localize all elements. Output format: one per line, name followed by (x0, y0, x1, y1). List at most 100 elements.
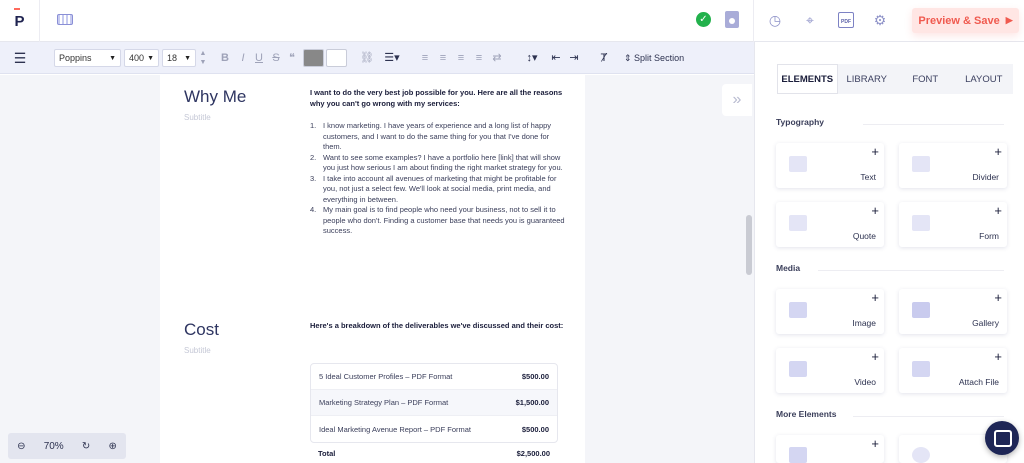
gear-icon[interactable]: ⚙ (872, 12, 888, 28)
align-center-icon[interactable]: ≡ (436, 49, 450, 67)
play-arrow-icon: ▶ (1005, 15, 1013, 25)
element-label: Image (852, 318, 876, 328)
add-icon[interactable]: + (871, 291, 879, 305)
list-style-dropdown[interactable]: ☰▾ (380, 49, 404, 67)
element-card-quote[interactable]: + Quote (776, 202, 884, 247)
element-card-text[interactable]: + Text (776, 143, 884, 188)
element-label: Divider (972, 172, 999, 182)
font-weight-value: 400 (129, 53, 145, 63)
group-divider (863, 124, 1004, 125)
history-icon[interactable]: ◷ (767, 12, 783, 28)
list-item: 4. My main goal is to find people who nee… (310, 205, 565, 235)
font-size-value: 18 (167, 53, 178, 63)
table-row: Marketing Strategy Plan – PDF Format $1,… (311, 390, 557, 416)
element-card-video[interactable]: + Video (776, 348, 884, 393)
font-family-value: Poppins (59, 53, 92, 63)
element-label: Attach File (958, 377, 999, 387)
tab-font[interactable]: FONT (896, 64, 955, 94)
text-direction-icon[interactable]: ⇄ (490, 49, 504, 67)
list-item: 2. Want to see some examples? I have a po… (310, 152, 563, 173)
target-icon[interactable]: ⌖ (802, 12, 818, 28)
panel-tabs: ELEMENTS LIBRARY FONT LAYOUT (777, 64, 1013, 94)
image-icon (789, 302, 807, 318)
logo-text: P (14, 7, 25, 30)
section-intro[interactable]: I want to do the very best job possible … (310, 88, 565, 109)
strike-button[interactable]: S (269, 49, 283, 67)
add-icon[interactable]: + (871, 145, 879, 159)
pricing-item: Marketing Strategy Plan – PDF Format (319, 398, 449, 407)
group-label-more-elements: More Elements (776, 409, 837, 419)
save-icon[interactable] (725, 11, 739, 28)
scrollbar-thumb[interactable] (746, 215, 752, 275)
element-label: Video (854, 377, 876, 387)
dollar-icon (912, 447, 930, 463)
pricing-amount: $500.00 (521, 424, 549, 434)
element-label: Quote (852, 231, 876, 241)
tab-layout[interactable]: LAYOUT (955, 64, 1014, 94)
outdent-icon[interactable]: ⇤ (549, 49, 563, 67)
line-height-dropdown[interactable]: ↕▾ (520, 49, 544, 67)
keyboard-icon[interactable] (57, 14, 73, 25)
section-title[interactable]: Why Me (184, 87, 246, 107)
link-icon[interactable]: ⛓ (360, 49, 374, 67)
element-card-image[interactable]: + Image (776, 289, 884, 334)
section-title[interactable]: Cost (184, 320, 219, 340)
tab-library[interactable]: LIBRARY (838, 64, 897, 94)
total-amount: $2,500.00 (516, 449, 550, 458)
element-card-gallery[interactable]: + Gallery (899, 289, 1007, 334)
element-card-table[interactable]: + (776, 435, 884, 463)
element-card-form[interactable]: + Form (899, 202, 1007, 247)
app-logo[interactable]: P (0, 0, 40, 42)
preview-save-label: Preview & Save (918, 14, 1000, 27)
chat-icon[interactable] (985, 421, 1019, 455)
section-subtitle[interactable]: Subtitle (184, 113, 211, 122)
toolbar-divider (753, 0, 754, 42)
add-icon[interactable]: + (871, 437, 879, 451)
text-color-swatch[interactable] (303, 49, 324, 67)
add-icon[interactable]: + (871, 204, 879, 218)
reasons-list[interactable]: 1. I know marketing. I have years of expe… (310, 121, 565, 237)
preview-save-button[interactable]: Preview & Save ▶ (912, 8, 1019, 33)
background-color-swatch[interactable] (326, 49, 347, 67)
indent-icon[interactable]: ⇥ (567, 49, 581, 67)
add-icon[interactable]: + (994, 204, 1002, 218)
table-row: Ideal Marketing Avenue Report – PDF Form… (311, 416, 557, 442)
clear-format-icon[interactable]: Ⱦ (597, 49, 611, 67)
italic-button[interactable]: I (236, 49, 250, 67)
font-weight-select[interactable]: 400 ▼ (124, 49, 159, 67)
quote-icon (789, 215, 807, 231)
add-icon[interactable]: + (994, 145, 1002, 159)
zoom-out-icon[interactable]: ⊖ (17, 441, 25, 452)
font-family-select[interactable]: Poppins ▼ (54, 49, 121, 67)
add-icon[interactable]: + (871, 350, 879, 364)
reset-zoom-icon[interactable]: ↻ (82, 441, 90, 452)
list-item-text: I take into account all avenues of marke… (323, 173, 557, 204)
add-icon[interactable]: + (994, 350, 1002, 364)
list-item: 3. I take into account all avenues of mar… (310, 173, 557, 204)
tab-elements[interactable]: ELEMENTS (777, 64, 838, 94)
font-size-stepper[interactable]: ▲ ▼ (196, 49, 210, 67)
underline-button[interactable]: U (252, 49, 266, 67)
element-card-attach-file[interactable]: + Attach File (899, 348, 1007, 393)
collapse-panel-icon[interactable]: » (722, 84, 752, 116)
align-justify-icon[interactable]: ≡ (472, 49, 486, 67)
element-card-divider[interactable]: + Divider (899, 143, 1007, 188)
split-section-label: Split Section (634, 53, 685, 63)
section-subtitle[interactable]: Subtitle (184, 346, 211, 355)
list-item-text: Want to see some examples? I have a port… (323, 152, 563, 173)
bold-button[interactable]: B (218, 49, 232, 67)
add-icon[interactable]: + (994, 291, 1002, 305)
font-size-select[interactable]: 18 ▼ (162, 49, 196, 67)
table-icon (789, 447, 807, 463)
pdf-icon[interactable]: PDF (838, 12, 854, 28)
section-intro[interactable]: Here's a breakdown of the deliverables w… (310, 321, 565, 332)
quote-button[interactable]: ❝ (285, 49, 299, 67)
table-row: 5 Ideal Customer Profiles – PDF Format $… (311, 364, 557, 390)
zoom-in-icon[interactable]: ⊕ (109, 441, 117, 452)
list-item-text: I know marketing. I have years of experi… (323, 121, 552, 151)
pricing-table[interactable]: 5 Ideal Customer Profiles – PDF Format $… (310, 363, 558, 443)
list-menu-icon[interactable]: ☰ (11, 49, 29, 67)
split-section-button[interactable]: ⇕ Split Section (624, 49, 684, 67)
align-right-icon[interactable]: ≡ (454, 49, 468, 67)
align-left-icon[interactable]: ≡ (418, 49, 432, 67)
